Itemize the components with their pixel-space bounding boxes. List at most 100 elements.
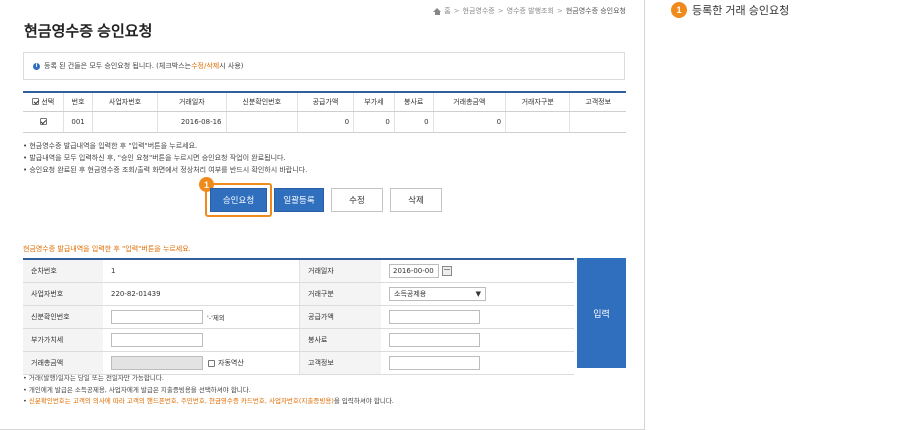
row-supply: 0 <box>296 111 354 133</box>
callout-legend: 1 등록한 거래 승인요청 <box>671 2 789 18</box>
page-title: 현금영수증 승인요청 <box>24 23 153 40</box>
breadcrumb-home[interactable]: 홈 <box>444 6 450 16</box>
col-supply: 공급가액 <box>296 91 354 112</box>
date-input[interactable]: 2016-00-00 <box>389 264 439 278</box>
service-input[interactable] <box>389 333 480 347</box>
form-row: 부가가치세 봉사료 <box>23 329 574 352</box>
note-item: • 발급내역을 모두 입력하신 후, "승인 요청"버튼을 누르시면 승인요청 … <box>23 154 286 162</box>
breadcrumb-separator: > <box>556 7 563 15</box>
trade-type-select[interactable]: 소득공제용 ▼ <box>389 287 486 301</box>
edit-button[interactable]: 수정 <box>331 188 383 212</box>
vat-input[interactable] <box>111 333 203 347</box>
row-service: 0 <box>393 111 434 133</box>
table-row[interactable]: 001 2016-08-16 0 0 0 0 <box>23 111 626 133</box>
customer-field-wrap <box>381 352 574 374</box>
type-label: 거래구분 <box>299 283 381 305</box>
notice-text: 등록 된 건들은 모두 승인요청 됩니다. (체크박스는 <box>44 62 192 70</box>
col-service: 봉사료 <box>393 91 434 112</box>
bottom-notes: • 거래(발행)일자는 당일 또는 전일자만 가능합니다. • 개인에게 발급은… <box>23 373 394 408</box>
row-customer <box>569 111 626 133</box>
col-customer: 고객정보 <box>569 91 626 112</box>
notice-highlight: 수정/삭제 <box>191 62 220 70</box>
supply-input[interactable] <box>389 310 480 324</box>
id-hint: '-'제외 <box>207 314 225 322</box>
note-item: • 거래(발행)일자는 당일 또는 전일자만 가능합니다. <box>23 374 164 382</box>
note-item: • 개인에게 발급은 소득공제용, 사업자에게 발급은 지출증빙용을 선택하셔야… <box>23 385 251 394</box>
service-label: 봉사료 <box>299 329 381 351</box>
breadcrumb-item[interactable]: 영수증 발행조회 <box>507 6 554 16</box>
select-all-checkbox[interactable] <box>32 98 40 106</box>
entry-form: 순차번호 1 거래일자 2016-00-00 사업자번호 220-82-0143… <box>23 258 574 375</box>
col-biz-number: 사업자번호 <box>91 91 158 112</box>
note-item: • 현금영수증 발급내역을 입력한 후 "입력"버튼을 누르세요. <box>23 142 198 150</box>
row-biz-number <box>91 111 158 133</box>
col-vat: 부가세 <box>353 91 395 112</box>
instruction-notes: • 현금영수증 발급내역을 입력한 후 "입력"버튼을 누르세요. • 발급내역… <box>23 140 307 176</box>
id-number-input[interactable] <box>111 310 203 324</box>
callout-text: 등록한 거래 승인요청 <box>692 5 790 17</box>
form-row: 신분확인번호 '-'제외 공급가액 <box>23 306 574 329</box>
col-trader-type: 거래자구분 <box>505 91 570 112</box>
total-label: 거래총금액 <box>23 352 103 374</box>
col-number: 번호 <box>63 91 93 112</box>
breadcrumb-separator: > <box>497 7 504 15</box>
customer-input[interactable] <box>389 356 480 370</box>
col-select: 선택 <box>23 91 64 112</box>
date-label: 거래일자 <box>299 260 381 282</box>
row-total: 0 <box>432 111 506 133</box>
breadcrumb: 홈 > 현금영수증 > 영수증 발행조회 > 현금영수증 승인요청 <box>433 6 626 16</box>
notice-text-tail: 시 사용) <box>219 62 244 70</box>
date-field-wrap: 2016-00-00 <box>381 260 574 282</box>
vat-field-wrap <box>103 329 299 351</box>
form-heading: 현금영수증 발급내역을 입력한 후 "입력"버튼을 누르세요. <box>23 245 191 253</box>
table-header-row: 선택 번호 사업자번호 거래일자 신분확인번호 공급가액 부가세 봉사료 거래총… <box>23 91 626 112</box>
breadcrumb-separator: > <box>453 7 460 15</box>
col-date: 거래일자 <box>157 91 227 112</box>
note-item: • 신분확인번호는 고객의 의사에 따라 고객의 핸드폰번호, 주민번호, 현금… <box>23 397 394 405</box>
form-row: 순차번호 1 거래일자 2016-00-00 <box>23 260 574 283</box>
col-total: 거래총금액 <box>432 91 506 112</box>
approve-request-button[interactable]: 승인요청 <box>210 188 267 212</box>
id-label: 신분확인번호 <box>23 306 103 328</box>
bulk-register-button[interactable]: 일괄등록 <box>274 188 324 212</box>
form-row: 거래총금액 자동역산 고객정보 <box>23 352 574 375</box>
biz-value: 220-82-01439 <box>111 290 161 298</box>
seq-value: 1 <box>111 267 116 275</box>
row-number: 001 <box>63 111 93 133</box>
home-icon[interactable] <box>433 7 442 15</box>
col-id-number: 신분확인번호 <box>225 91 298 112</box>
auto-calc-label: 자동역산 <box>218 359 244 367</box>
supply-label: 공급가액 <box>299 306 381 328</box>
notice-box: i 등록 된 건들은 모두 승인요청 됩니다. (체크박스는 수정/삭제 시 사… <box>23 52 625 80</box>
customer-label: 고객정보 <box>299 352 381 374</box>
total-input <box>111 356 203 370</box>
id-field-wrap: '-'제외 <box>103 306 299 328</box>
calendar-icon[interactable] <box>442 266 452 276</box>
step-badge: 1 <box>671 2 687 18</box>
auto-calc-checkbox[interactable] <box>208 359 215 367</box>
row-vat: 0 <box>353 111 395 133</box>
note-item: • 승인요청 완료된 후 현금영수증 조회/출력 화면에서 정상처리 여부를 반… <box>23 166 308 174</box>
action-buttons: 승인요청 일괄등록 수정 삭제 <box>210 188 442 212</box>
info-icon: i <box>33 62 40 70</box>
seq-label: 순차번호 <box>23 260 103 282</box>
form-row: 사업자번호 220-82-01439 거래구분 소득공제용 ▼ <box>23 283 574 306</box>
supply-field-wrap <box>381 306 574 328</box>
row-trader-type <box>505 111 570 133</box>
vat-label: 부가가치세 <box>23 329 103 351</box>
breadcrumb-current: 현금영수증 승인요청 <box>565 7 626 15</box>
row-checkbox[interactable] <box>39 118 47 125</box>
biz-label: 사업자번호 <box>23 283 103 305</box>
total-field-wrap: 자동역산 <box>103 352 299 374</box>
service-field-wrap <box>381 329 574 351</box>
main-panel: 홈 > 현금영수증 > 영수증 발행조회 > 현금영수증 승인요청 현금영수증 … <box>0 0 645 430</box>
type-field-wrap: 소득공제용 ▼ <box>381 283 574 305</box>
row-date: 2016-08-16 <box>157 111 227 133</box>
delete-button[interactable]: 삭제 <box>390 188 442 212</box>
breadcrumb-item[interactable]: 현금영수증 <box>463 6 495 16</box>
row-select-cell <box>23 111 64 133</box>
transaction-table: 선택 번호 사업자번호 거래일자 신분확인번호 공급가액 부가세 봉사료 거래총… <box>23 91 626 133</box>
submit-entry-button[interactable]: 입력 <box>577 258 626 368</box>
row-id-number <box>225 111 298 133</box>
chevron-down-icon: ▼ <box>475 290 481 298</box>
